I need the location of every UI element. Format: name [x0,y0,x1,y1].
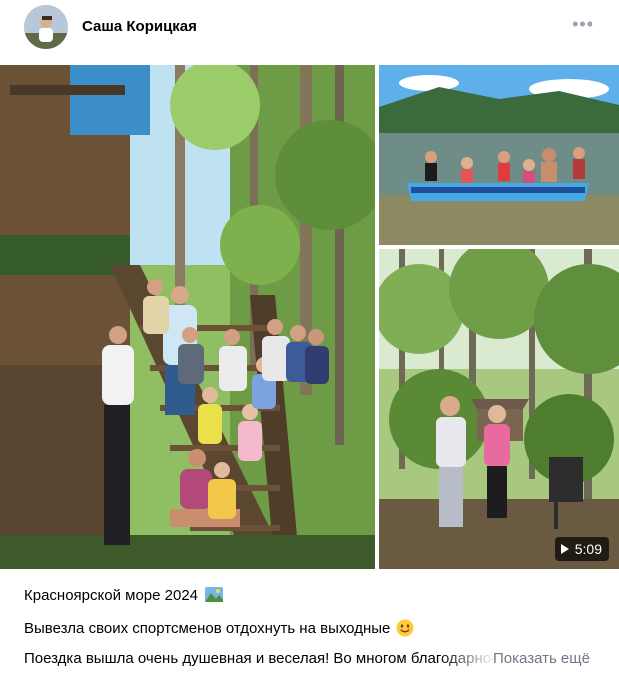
avatar[interactable] [24,5,68,49]
video-duration: 5:09 [574,541,602,557]
post-text-line-3: Поездка вышла очень душевная и веселая! … [24,650,494,667]
post-text-line-2: Вывезла своих спортсменов отдохнуть на в… [24,620,391,637]
play-icon [560,544,569,554]
author-name[interactable]: Саша Корицкая [82,18,197,35]
landscape-emoji-icon [205,587,224,602]
show-more-link[interactable]: Показать ещё [493,650,590,667]
video-duration-badge: 5:09 [554,537,609,561]
text-fade [440,648,496,670]
post-header: Саша Корицкая ••• [0,0,619,56]
video-thumbnail[interactable]: 5:09 [379,249,619,569]
more-horizontal-icon[interactable]: ••• [572,14,594,35]
post-text-line: Красноярской море 2024 [24,587,224,604]
smiling-face-emoji-icon [396,619,414,637]
photo-group-on-stairs[interactable] [0,65,375,569]
post-text-line-1: Красноярской море 2024 [24,587,199,604]
photo-lake[interactable] [379,65,619,245]
post-text-line: Вывезла своих спортсменов отдохнуть на в… [24,619,414,637]
